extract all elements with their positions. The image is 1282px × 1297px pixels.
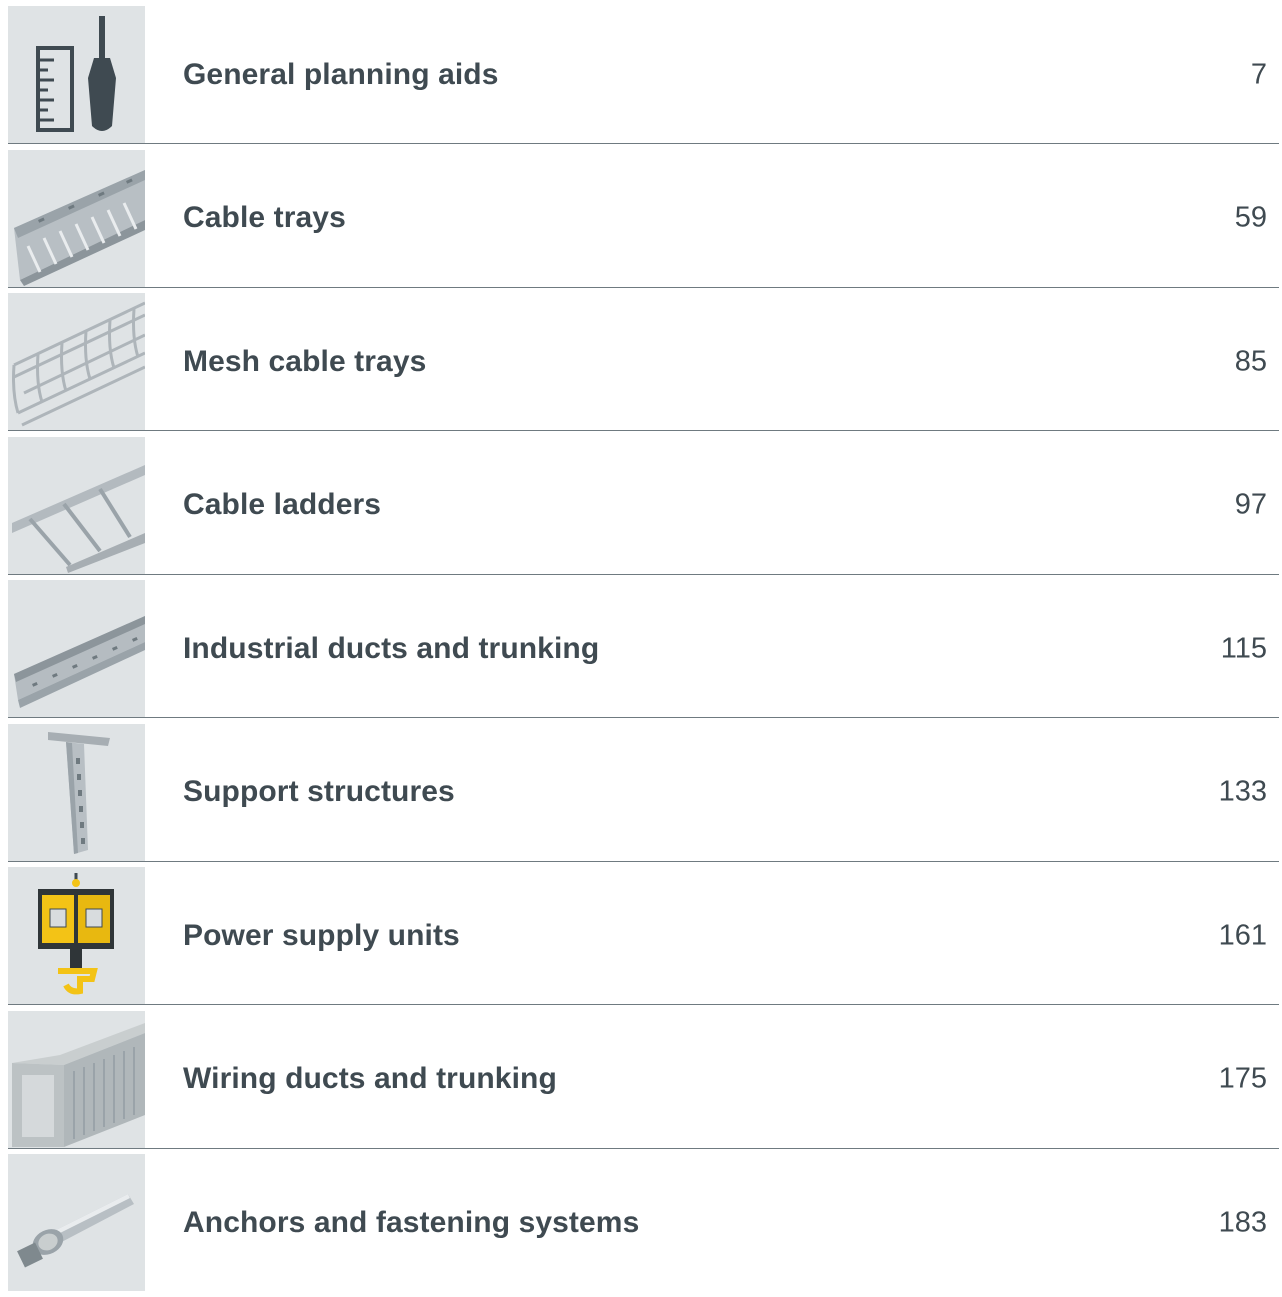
anchor-bolt-icon [8, 1154, 145, 1291]
ruler-screwdriver-icon [8, 6, 145, 143]
toc-entry-title: Support structures [183, 775, 455, 808]
toc-entry-mesh-cable-trays[interactable]: Mesh cable trays 85 [8, 293, 1279, 431]
toc-entry-page-number: 175 [1218, 1062, 1267, 1095]
toc-entry-wiring-ducts-and-trunking[interactable]: Wiring ducts and trunking 175 [8, 1010, 1279, 1149]
toc-entry-title: Wiring ducts and trunking [183, 1062, 557, 1095]
toc-entry-title: Industrial ducts and trunking [183, 631, 600, 665]
toc-entry-page-number: 115 [1220, 632, 1267, 664]
toc-entry-page-number: 59 [1234, 201, 1267, 234]
toc-entry-industrial-ducts-and-trunking[interactable]: Industrial ducts and trunking 115 [8, 580, 1279, 718]
support-structure-icon [8, 723, 145, 861]
toc-entry-cable-ladders[interactable]: Cable ladders 97 [8, 436, 1279, 575]
power-supply-unit-icon [8, 867, 145, 1004]
toc-entry-page-number: 161 [1218, 919, 1267, 951]
toc-entry-title: Cable trays [183, 201, 346, 234]
table-of-contents: General planning aids 7 Cable trays 59 M… [8, 6, 1279, 1297]
cable-tray-icon [8, 149, 145, 287]
industrial-duct-icon [8, 580, 145, 717]
toc-entry-title: Power supply units [183, 918, 460, 952]
toc-entry-power-supply-units[interactable]: Power supply units 161 [8, 867, 1279, 1005]
toc-entry-page-number: 85 [1234, 345, 1267, 377]
toc-entry-cable-trays[interactable]: Cable trays 59 [8, 149, 1279, 288]
toc-entry-page-number: 183 [1218, 1206, 1267, 1238]
toc-entry-page-number: 133 [1218, 775, 1267, 808]
toc-entry-anchors-and-fastening-systems[interactable]: Anchors and fastening systems 183 [8, 1154, 1279, 1291]
wiring-duct-icon [8, 1010, 145, 1148]
toc-entry-page-number: 97 [1234, 488, 1267, 521]
toc-entry-title: Mesh cable trays [183, 344, 427, 378]
toc-entry-support-structures[interactable]: Support structures 133 [8, 723, 1279, 862]
toc-entry-page-number: 7 [1250, 58, 1267, 90]
toc-entry-title: Anchors and fastening systems [183, 1205, 640, 1239]
cable-ladder-icon [8, 436, 145, 574]
mesh-cable-tray-icon [8, 293, 145, 430]
toc-entry-general-planning-aids[interactable]: General planning aids 7 [8, 6, 1279, 144]
toc-entry-title: General planning aids [183, 57, 499, 91]
toc-entry-title: Cable ladders [183, 488, 382, 521]
